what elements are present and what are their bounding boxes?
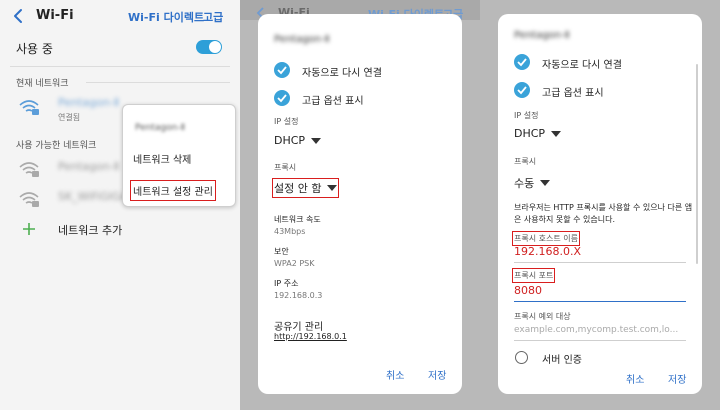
ip-settings-dropdown[interactable]: DHCP — [514, 127, 562, 140]
ip-settings-value: DHCP — [274, 134, 306, 147]
available-network-name[interactable]: SK_WiFiGIGA — [58, 190, 128, 203]
security-value: WPA2 PSK — [274, 259, 315, 268]
show-advanced-label: 고급 옵션 표시 — [542, 88, 604, 99]
network-settings-dialog: Pentagon-Ⅱ 자동으로 다시 연결 고급 옵션 표시 IP 설정 DHC… — [258, 14, 462, 394]
ip-address-value: 192.168.0.3 — [274, 291, 323, 300]
dialog-network-name: Pentagon-Ⅱ — [514, 30, 570, 41]
proxy-port-label: 프록시 포트 — [511, 268, 556, 283]
page-title: Wi-Fi — [36, 8, 74, 23]
proxy-bypass-label: 프록시 예외 대상 — [514, 312, 571, 321]
proxy-dropdown[interactable]: 설정 안 함 — [271, 178, 340, 198]
wifi-direct-button[interactable]: Wi-Fi 다이렉트 — [128, 9, 204, 25]
available-networks-section-label: 사용 가능한 네트워크 — [16, 141, 97, 151]
ip-settings-label: IP 설정 — [274, 117, 299, 126]
router-link[interactable]: http://192.168.0.1 — [274, 332, 347, 341]
add-network-button[interactable]: 네트워크 추가 — [58, 222, 122, 238]
proxy-value: 수동 — [514, 177, 535, 190]
ip-settings-dropdown[interactable]: DHCP — [274, 134, 322, 147]
proxy-label: 프록시 — [514, 157, 537, 166]
manage-network-settings-item[interactable]: 네트워크 설정 관리 — [130, 180, 216, 201]
input-underline — [514, 262, 686, 263]
dropdown-arrow-icon — [540, 180, 551, 186]
checkbox-checked-icon[interactable] — [274, 90, 290, 106]
wifi-lock-icon — [19, 192, 39, 207]
proxy-port-input[interactable]: 8080 — [514, 284, 542, 297]
toggle-knob — [209, 41, 221, 53]
proxy-description: 브라우저는 HTTP 프록시를 사용할 수 있으나 다른 앱은 사용하지 못할 … — [514, 203, 693, 224]
wifi-list-screen: Wi-Fi Wi-Fi 다이렉트 고급 사용 중 현재 네트워크 Pentago… — [0, 0, 240, 410]
network-dialog-screen-default: Wi-Fi Wi-Fi 다이렉트 고급 Pentagon-Ⅱ 자동으로 다시 연… — [240, 0, 480, 410]
save-button[interactable]: 저장 — [428, 367, 446, 382]
auto-reconnect-label: 자동으로 다시 연결 — [542, 60, 622, 71]
link-speed-label: 네트워크 속도 — [274, 215, 321, 224]
app-header: Wi-Fi Wi-Fi 다이렉트 고급 — [0, 0, 240, 32]
proxy-dropdown[interactable]: 수동 — [514, 175, 551, 191]
available-network-name[interactable]: Pentagon-Ⅱ — [58, 160, 119, 173]
link-speed-value: 43Mbps — [274, 227, 306, 236]
scrollbar[interactable] — [696, 64, 698, 264]
current-network-status: 연결됨 — [58, 113, 81, 122]
cancel-button[interactable]: 취소 — [626, 371, 644, 386]
ip-address-label: IP 주소 — [274, 279, 299, 288]
checkbox-checked-icon[interactable] — [514, 82, 530, 98]
ip-settings-label: IP 설정 — [514, 111, 539, 120]
back-arrow-icon[interactable] — [10, 7, 28, 25]
input-underline-active — [514, 301, 686, 302]
divider — [10, 66, 230, 67]
input-underline — [514, 340, 686, 341]
context-menu-title: Pentagon-Ⅱ — [135, 123, 185, 133]
checkbox-checked-icon[interactable] — [274, 62, 290, 78]
show-advanced-label: 고급 옵션 표시 — [302, 96, 364, 107]
current-network-section-label: 현재 네트워크 — [16, 79, 69, 89]
security-label: 보안 — [274, 247, 289, 256]
network-context-menu: Pentagon-Ⅱ 네트워크 삭제 네트워크 설정 관리 — [122, 104, 236, 207]
dialog-network-name: Pentagon-Ⅱ — [274, 34, 330, 45]
proxy-label: 프록시 — [274, 163, 297, 172]
add-icon[interactable] — [22, 222, 36, 236]
wifi-lock-icon — [19, 100, 39, 115]
divider — [86, 82, 230, 83]
auto-reconnect-label: 자동으로 다시 연결 — [302, 68, 382, 79]
network-dialog-screen-proxy: Pentagon-Ⅱ 자동으로 다시 연결 고급 옵션 표시 IP 설정 DHC… — [480, 0, 720, 410]
proxy-host-label: 프록시 호스트 이름 — [512, 231, 580, 246]
ip-settings-value: DHCP — [514, 127, 546, 140]
proxy-host-input[interactable]: 192.168.0.X — [514, 245, 581, 258]
proxy-bypass-input[interactable]: example.com,mycomp.test.com,lo... — [514, 325, 686, 335]
wifi-lock-icon — [19, 162, 39, 177]
cancel-button[interactable]: 취소 — [386, 367, 404, 382]
save-button[interactable]: 저장 — [668, 371, 686, 386]
dropdown-arrow-icon — [327, 185, 338, 191]
advanced-button[interactable]: 고급 — [203, 9, 223, 25]
network-settings-dialog: Pentagon-Ⅱ 자동으로 다시 연결 고급 옵션 표시 IP 설정 DHC… — [498, 14, 702, 394]
partial-option-label: 서버 인증 — [542, 355, 582, 366]
checkbox-checked-icon[interactable] — [514, 54, 530, 70]
current-network-name[interactable]: Pentagon-Ⅱ — [58, 96, 119, 109]
wifi-toggle-label: 사용 중 — [16, 42, 53, 56]
wifi-toggle[interactable] — [196, 40, 222, 54]
forget-network-item[interactable]: 네트워크 삭제 — [133, 151, 191, 166]
proxy-value: 설정 안 함 — [274, 182, 322, 195]
radio-button[interactable] — [515, 351, 528, 364]
router-management-label: 공유기 관리 — [274, 322, 324, 333]
dropdown-arrow-icon — [311, 137, 322, 144]
dropdown-arrow-icon — [551, 130, 562, 137]
